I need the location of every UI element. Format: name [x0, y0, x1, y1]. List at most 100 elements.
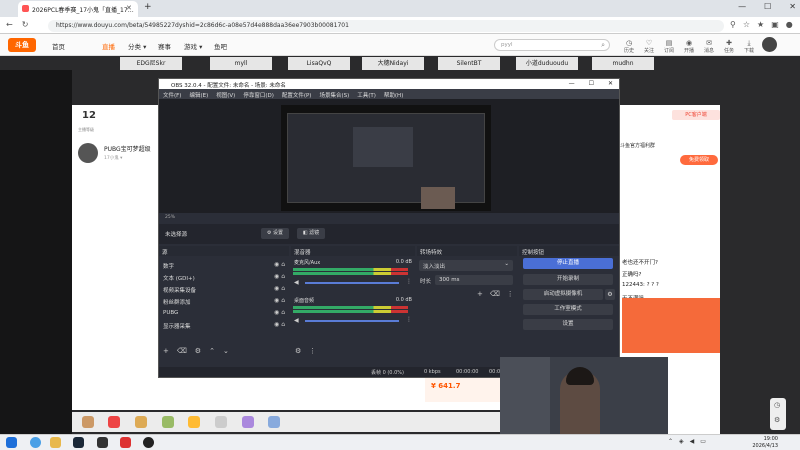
nav-live[interactable]: 直播 — [102, 41, 115, 51]
stop-streaming-button[interactable]: 停止直播 — [523, 258, 613, 269]
pc-client-button[interactable]: PC客户端 — [672, 110, 720, 120]
menu-file[interactable]: 文件(F) — [163, 91, 181, 99]
transition-select[interactable]: 淡入淡出 ⌄ — [419, 260, 513, 271]
collections-icon[interactable]: ▣ — [771, 20, 779, 29]
nav-home[interactable]: 首页 — [52, 41, 65, 51]
source-filters-button[interactable]: ◧ 滤镜 — [297, 228, 325, 239]
menu-edit[interactable]: 编辑(E) — [189, 91, 208, 99]
tag-chip[interactable]: SilentBT — [438, 57, 500, 70]
gift-icon[interactable] — [188, 416, 200, 428]
tag-chip[interactable]: LisaQvQ — [288, 57, 350, 70]
battery-icon[interactable]: ▭ — [700, 438, 706, 445]
settings-icon[interactable]: ⚙ — [774, 416, 780, 424]
eye-icon[interactable]: ◉ ⌂ — [274, 273, 285, 280]
new-tab-button[interactable]: + — [144, 2, 152, 12]
virtual-camera-button[interactable]: 启动虚拟摄像机 — [523, 289, 603, 300]
edge-icon[interactable] — [30, 437, 41, 448]
source-item[interactable]: 显示器采集 ◉ ⌂ — [159, 320, 289, 331]
nav-fishbar[interactable]: 鱼吧 — [214, 41, 227, 51]
trash-icon[interactable]: ⌫ — [177, 347, 187, 357]
douyu-logo[interactable]: 斗鱼 — [8, 38, 36, 52]
gift-icon[interactable] — [108, 416, 120, 428]
speaker-icon[interactable]: ◀ — [294, 279, 299, 286]
source-item[interactable]: 文本 (GDI+) ◉ ⌂ — [159, 272, 289, 283]
speaker-icon[interactable]: ◀ — [294, 317, 299, 324]
gift-icon[interactable] — [162, 416, 174, 428]
more-icon[interactable]: ⋮ — [406, 316, 412, 323]
folder-icon[interactable] — [50, 437, 61, 448]
eye-icon[interactable]: ◉ ⌂ — [274, 261, 285, 268]
nav-events[interactable]: 赛事 — [158, 41, 171, 51]
windows-start-icon[interactable] — [6, 437, 17, 448]
tag-chip[interactable]: 小道duduoudu — [516, 57, 578, 70]
chevron-up-icon[interactable]: ⌃ — [668, 438, 673, 445]
room-subtitle[interactable]: 17小鬼 ▾ — [104, 155, 122, 161]
gift-icon[interactable] — [268, 416, 280, 428]
preview-canvas[interactable] — [281, 105, 491, 211]
chevron-down-icon[interactable]: ⌄ — [223, 347, 229, 357]
download-button[interactable]: ⤓ 下载 — [740, 39, 758, 54]
more-icon[interactable]: ⋮ — [507, 290, 514, 298]
profile-icon[interactable]: ● — [786, 20, 793, 29]
back-icon[interactable]: ← — [6, 20, 13, 29]
nav-games[interactable]: 游戏 ▾ — [184, 41, 202, 51]
duration-input[interactable]: 300 ms — [435, 275, 513, 285]
obs-close-button[interactable]: ✕ — [608, 80, 613, 87]
search-icon[interactable]: ⌕ — [601, 41, 605, 50]
eye-icon[interactable]: ◉ ⌂ — [274, 321, 285, 328]
streamer-avatar[interactable] — [78, 143, 98, 163]
menu-profile[interactable]: 配置文件(P) — [282, 91, 312, 99]
history-button[interactable]: ◷ 历史 — [620, 39, 638, 54]
source-item[interactable]: PUBG ◉ ⌂ — [159, 308, 289, 319]
network-icon[interactable]: ◈ — [679, 438, 684, 445]
gift-icon[interactable] — [135, 416, 147, 428]
obs-maximize-button[interactable]: ☐ — [589, 80, 594, 87]
add-icon[interactable]: + — [163, 347, 169, 357]
app-icon[interactable] — [120, 437, 131, 448]
volume-icon[interactable]: ◀ — [690, 438, 695, 445]
source-item[interactable]: 视频采集设备 ◉ ⌂ — [159, 284, 289, 295]
system-clock[interactable]: 19:00 2026/4/13 — [752, 436, 778, 450]
clock-icon[interactable]: ◷ — [774, 401, 780, 409]
settings-button[interactable]: 设置 — [523, 319, 613, 330]
extension-icon[interactable]: ⚲ — [730, 20, 736, 29]
tag-chip[interactable]: EDG尼Skr — [120, 57, 182, 70]
volume-slider[interactable] — [305, 282, 399, 284]
volume-slider[interactable] — [305, 320, 399, 322]
close-tab-icon[interactable]: ✕ — [126, 4, 132, 12]
maximize-button[interactable]: ☐ — [764, 2, 771, 11]
tag-chip[interactable]: myll — [210, 57, 272, 70]
gear-icon[interactable]: ⚙ — [195, 347, 201, 357]
price-card[interactable]: ¥ 641.7 — [425, 378, 500, 402]
more-icon[interactable]: ⋮ — [309, 347, 316, 357]
star-icon[interactable]: ☆ — [743, 20, 750, 29]
more-icon[interactable]: ⋮ — [406, 278, 412, 285]
source-item[interactable]: 数字 ◉ ⌂ — [159, 260, 289, 271]
studio-mode-button[interactable]: 工作室模式 — [523, 304, 613, 315]
virtual-camera-settings-button[interactable]: ⚙ — [605, 289, 615, 300]
menu-view[interactable]: 视图(V) — [216, 91, 235, 99]
menu-tools[interactable]: 工具(T) — [357, 91, 376, 99]
gear-icon[interactable]: ⚙ — [295, 347, 301, 357]
add-icon[interactable]: + — [477, 290, 483, 298]
steam-icon[interactable] — [73, 437, 84, 448]
eye-icon[interactable]: ◉ ⌂ — [274, 309, 285, 316]
tasks-button[interactable]: ✚ 任务 — [720, 39, 738, 54]
tag-chip[interactable]: mudhn — [592, 57, 654, 70]
close-window-button[interactable]: ✕ — [789, 2, 796, 11]
gift-icon[interactable] — [82, 416, 94, 428]
start-recording-button[interactable]: 开始录制 — [523, 274, 613, 285]
gift-icon[interactable] — [242, 416, 254, 428]
trash-icon[interactable]: ⌫ — [490, 290, 500, 298]
eye-icon[interactable]: ◉ ⌂ — [274, 297, 285, 304]
gift-icon[interactable] — [215, 416, 227, 428]
user-avatar[interactable] — [762, 37, 777, 52]
obs-icon[interactable] — [143, 437, 154, 448]
url-field[interactable]: https://www.douyu.com/beta/54985227dyshi… — [48, 20, 724, 32]
favorites-icon[interactable]: ★ — [757, 20, 764, 29]
broadcast-button[interactable]: ◉ 开播 — [680, 39, 698, 54]
source-properties-button[interactable]: ⚙ 设置 — [261, 228, 289, 239]
claim-button[interactable]: 免费领取 — [680, 155, 718, 165]
browser-tab[interactable]: 2026PCL春季赛_17小鬼「直播_17… ✕ — [18, 1, 138, 17]
eye-icon[interactable]: ◉ ⌂ — [274, 285, 285, 292]
